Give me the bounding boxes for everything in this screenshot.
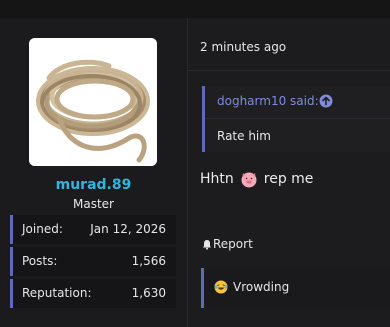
stat-label: Posts:	[22, 254, 58, 268]
stat-label: Joined:	[22, 222, 63, 236]
quote-block: dogharm10 said: Rate him	[202, 86, 390, 152]
bell-icon	[203, 239, 211, 250]
stat-value: 1,630	[131, 286, 166, 300]
laughing-tears-emoji-icon	[214, 280, 228, 294]
arrow-up-circle-icon[interactable]	[319, 94, 333, 108]
avatar[interactable]	[29, 38, 157, 166]
username[interactable]: murad.89	[0, 177, 187, 193]
report-label: Report	[213, 237, 253, 251]
post-timestamp[interactable]: 2 minutes ago	[200, 40, 286, 54]
reaction-users: Vrowding	[233, 280, 290, 294]
post-header-divider	[188, 70, 390, 71]
reaction-bar: Vrowding	[201, 268, 390, 308]
quote-author[interactable]: dogharm10 said:	[217, 94, 319, 108]
stat-value: 1,566	[131, 254, 166, 268]
post-message: Hhtn rep me	[200, 170, 313, 188]
stat-value: Jan 12, 2026	[90, 222, 166, 236]
quote-header: dogharm10 said:	[205, 86, 390, 119]
message-text-start: Hhtn	[200, 171, 234, 187]
post-body: 2 minutes ago dogharm10 said: Rate him H…	[188, 18, 390, 327]
pig-face-icon	[241, 172, 257, 188]
rope-coil-image	[29, 38, 157, 166]
message-text-end: rep me	[263, 171, 314, 187]
reaction-summary[interactable]: Vrowding	[214, 280, 289, 294]
user-sidebar: murad.89 Master Joined: Jan 12, 2026 Pos…	[0, 18, 188, 327]
stat-reputation: Reputation: 1,630	[10, 279, 176, 308]
user-title: Master	[73, 197, 114, 211]
stat-joined: Joined: Jan 12, 2026	[10, 215, 176, 244]
stat-label: Reputation:	[22, 286, 92, 300]
stat-posts: Posts: 1,566	[10, 247, 176, 276]
quote-text: Rate him	[217, 129, 271, 143]
report-button[interactable]: Report	[202, 237, 253, 251]
